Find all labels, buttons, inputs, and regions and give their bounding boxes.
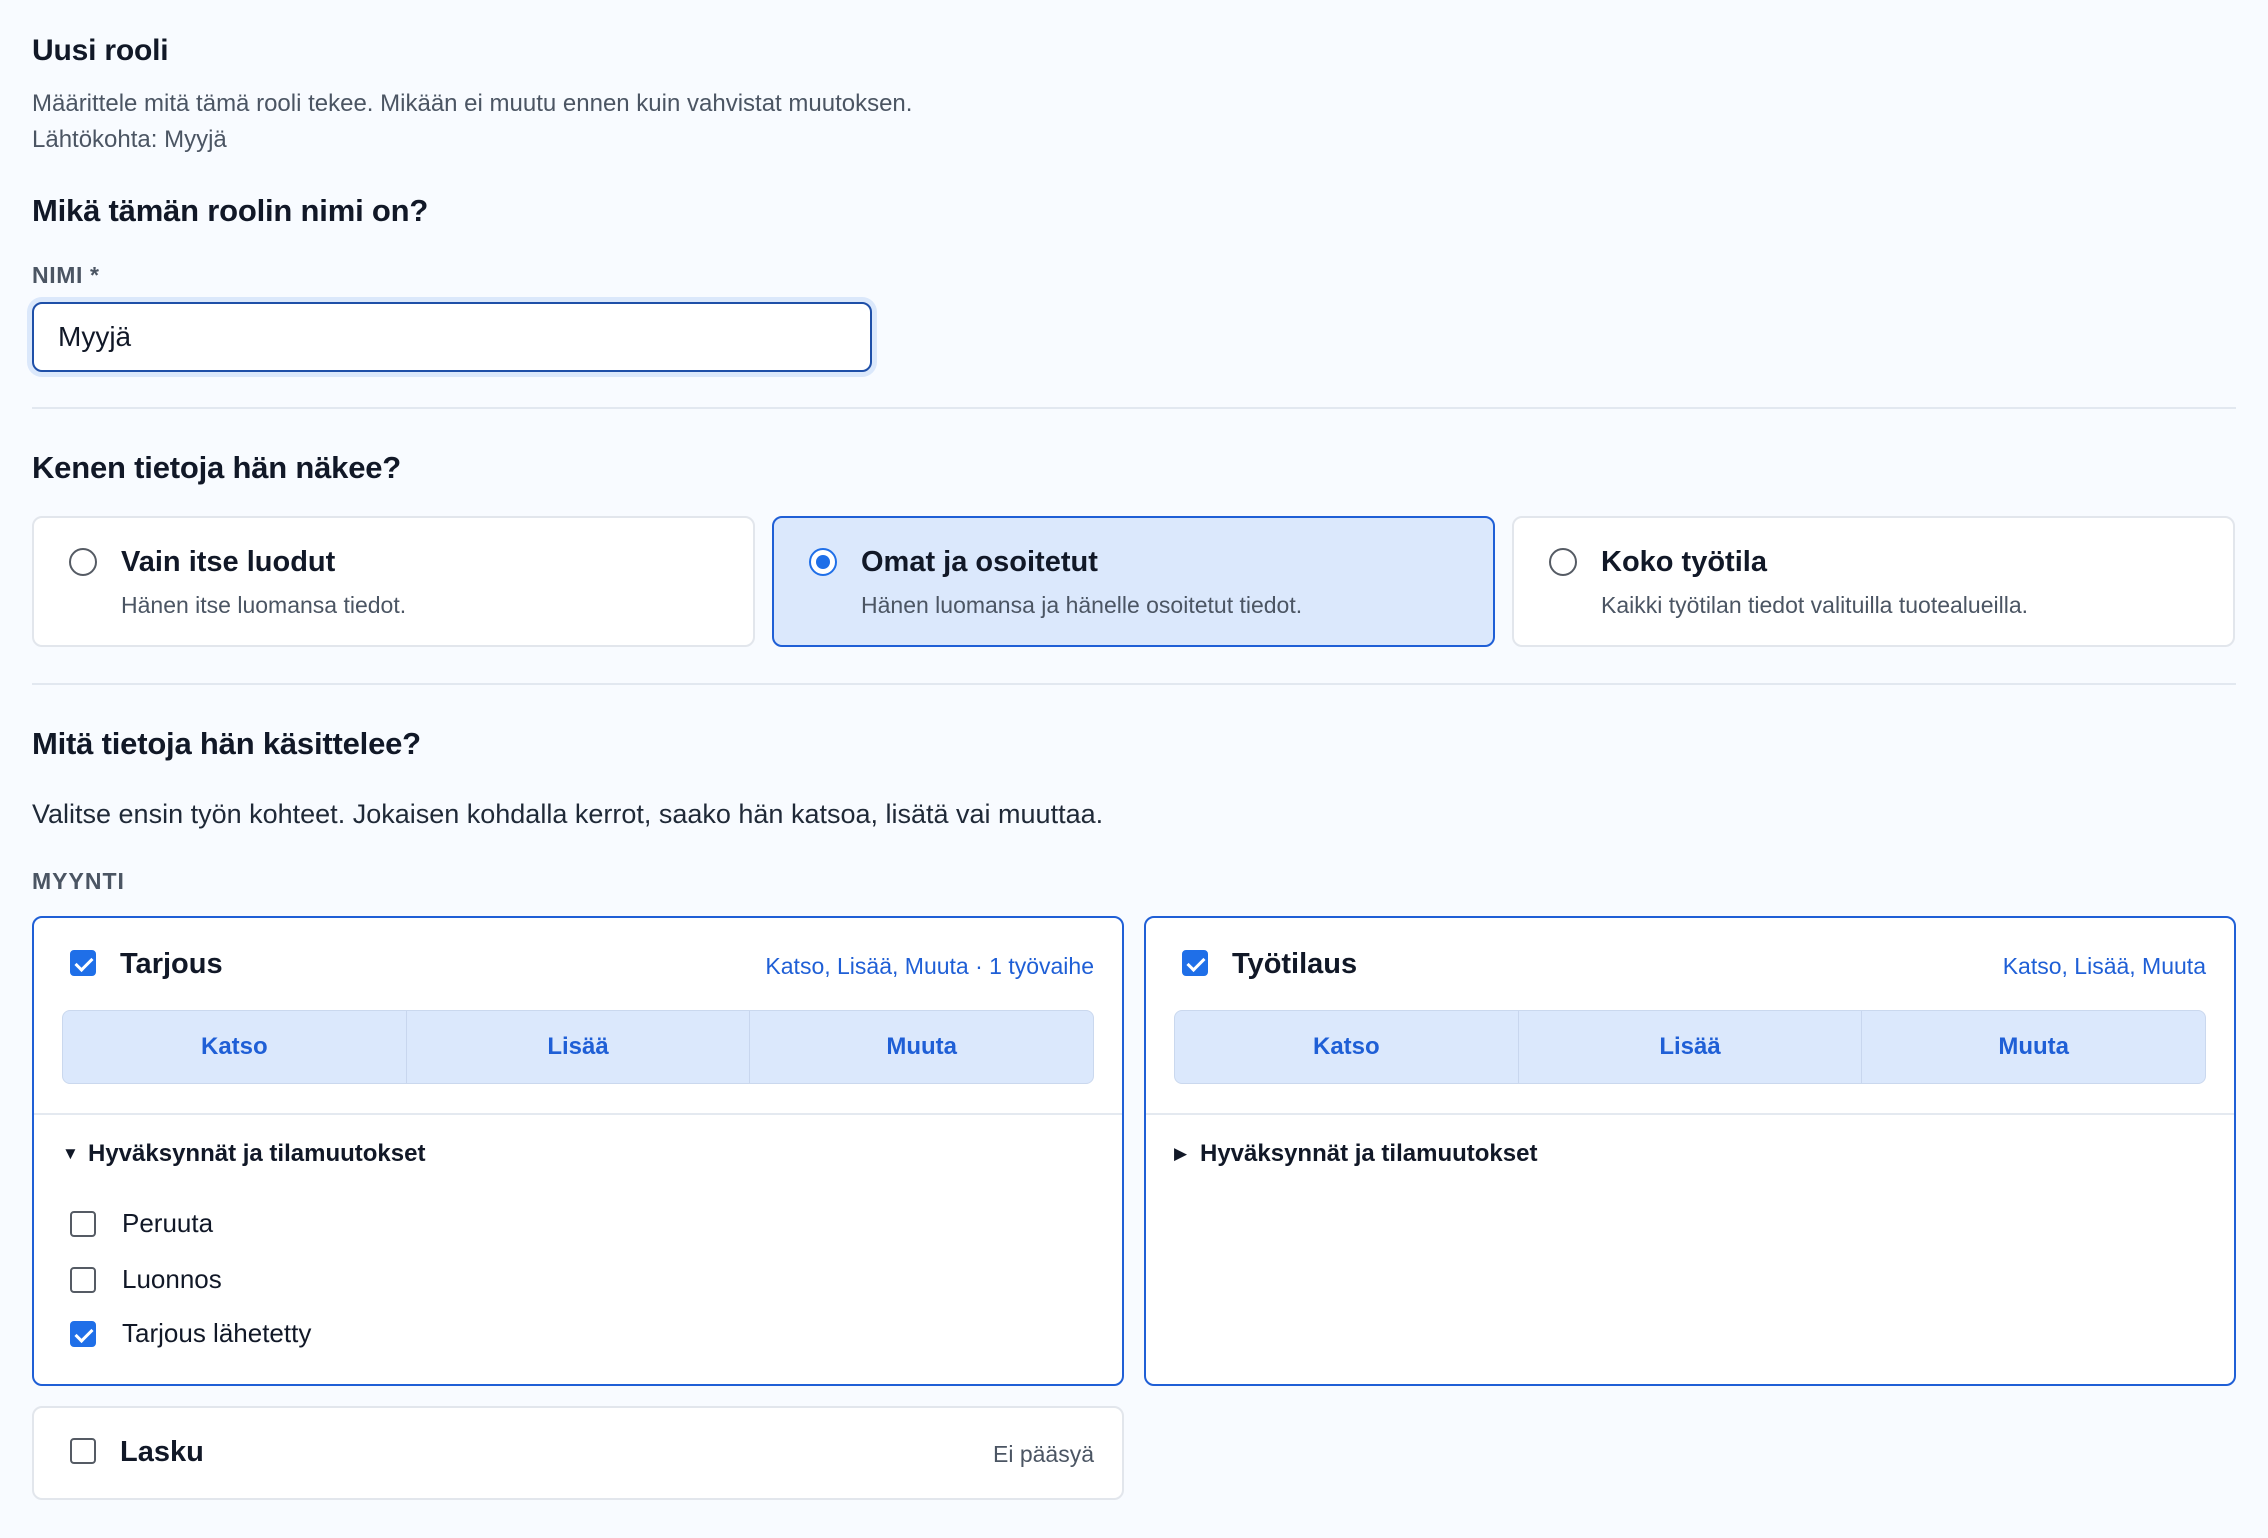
scope-option-title: Omat ja osoitetut — [861, 546, 1098, 578]
details-label: Hyväksynnät ja tilamuutokset — [88, 1140, 426, 1167]
details-toggle[interactable]: ▶ Hyväksynnät ja tilamuutokset — [1174, 1140, 1537, 1168]
card-divider — [34, 1113, 1122, 1115]
scope-option-desc: Hänen itse luomansa tiedot. — [121, 592, 407, 618]
data-section-heading: Mitä tietoja hän käsittelee? — [32, 726, 421, 761]
name-section-heading: Mikä tämän roolin nimi on? — [32, 193, 429, 228]
section-divider — [32, 407, 2236, 409]
action-view-button[interactable]: Katso — [63, 1011, 407, 1083]
scope-option-own-and-assigned[interactable]: Omat ja osoitetut Hänen luomansa ja häne… — [772, 516, 1495, 647]
entity-checkbox[interactable] — [1182, 950, 1208, 976]
step-checkbox[interactable] — [70, 1266, 96, 1293]
section-divider — [32, 683, 2236, 685]
action-edit-button[interactable]: Muuta — [750, 1011, 1093, 1083]
step-label: Luonnos — [122, 1264, 222, 1294]
card-divider — [1146, 1113, 2234, 1115]
details-toggle[interactable]: ▼ Hyväksynnät ja tilamuutokset — [62, 1140, 425, 1168]
action-edit-button[interactable]: Muuta — [1862, 1011, 2205, 1083]
entity-checkbox[interactable] — [70, 950, 96, 976]
step-checkbox[interactable] — [70, 1210, 96, 1237]
entity-summary: Ei pääsyä — [992, 1441, 1094, 1467]
action-add-button[interactable]: Lisää — [407, 1011, 751, 1083]
page-title: Uusi rooli — [32, 34, 169, 67]
entity-card-tarjous: Tarjous Katso, Lisää, Muuta · 1 työvaihe… — [32, 916, 1124, 1386]
entity-checkbox[interactable] — [70, 1438, 96, 1464]
scope-option-title: Koko työtila — [1601, 546, 1767, 578]
scope-options: Vain itse luodut Hänen itse luomansa tie… — [32, 516, 2235, 647]
radio-checked-icon[interactable] — [809, 548, 837, 576]
action-segmented-control: Katso Lisää Muuta — [62, 1010, 1094, 1084]
entity-card-tyotilaus: Työtilaus Katso, Lisää, Muuta Katso Lisä… — [1144, 916, 2236, 1386]
new-role-page: Uusi rooli Määrittele mitä tämä rooli te… — [0, 0, 2268, 1538]
step-checkbox[interactable] — [70, 1320, 96, 1347]
triangle-right-icon: ▶ — [1174, 1144, 1188, 1163]
scope-option-title: Vain itse luodut — [121, 546, 336, 578]
scope-option-desc: Kaikki työtilan tiedot valituilla tuotea… — [1601, 592, 2029, 618]
scope-section-heading: Kenen tietoja hän näkee? — [32, 450, 402, 485]
step-label: Tarjous lähetetty — [122, 1318, 312, 1348]
radio-icon[interactable] — [69, 548, 97, 576]
origin-text: Lähtökohta: Myyjä — [32, 126, 227, 153]
group-label-sales: MYYNTI — [32, 868, 125, 894]
step-option-cancel[interactable]: Peruuta — [70, 1208, 213, 1239]
radio-icon[interactable] — [1549, 548, 1577, 576]
entity-summary: Katso, Lisää, Muuta — [2002, 953, 2206, 979]
details-label: Hyväksynnät ja tilamuutokset — [1200, 1140, 1538, 1167]
triangle-down-icon: ▼ — [62, 1144, 79, 1163]
page-subtitle: Määrittele mitä tämä rooli tekee. Mikään… — [32, 90, 913, 117]
action-view-button[interactable]: Katso — [1175, 1011, 1519, 1083]
name-input[interactable] — [32, 302, 872, 372]
entity-summary: Katso, Lisää, Muuta · 1 työvaihe — [765, 953, 1094, 979]
entity-title: Tarjous — [120, 948, 223, 980]
data-section-lead: Valitse ensin työn kohteet. Jokaisen koh… — [32, 799, 1104, 829]
step-option-quote-sent[interactable]: Tarjous lähetetty — [70, 1318, 311, 1349]
entity-title: Lasku — [120, 1436, 204, 1468]
step-option-draft[interactable]: Luonnos — [70, 1264, 222, 1295]
step-label: Peruuta — [122, 1208, 214, 1238]
scope-option-own[interactable]: Vain itse luodut Hänen itse luomansa tie… — [32, 516, 755, 647]
scope-option-workspace[interactable]: Koko työtila Kaikki työtilan tiedot vali… — [1512, 516, 2235, 647]
action-add-button[interactable]: Lisää — [1519, 1011, 1863, 1083]
entity-card-lasku: Lasku Ei pääsyä — [32, 1406, 1124, 1500]
action-segmented-control: Katso Lisää Muuta — [1174, 1010, 2206, 1084]
name-field-label: NIMI * — [32, 262, 100, 288]
entity-title: Työtilaus — [1232, 948, 1358, 980]
scope-option-desc: Hänen luomansa ja hänelle osoitetut tied… — [861, 592, 1303, 618]
